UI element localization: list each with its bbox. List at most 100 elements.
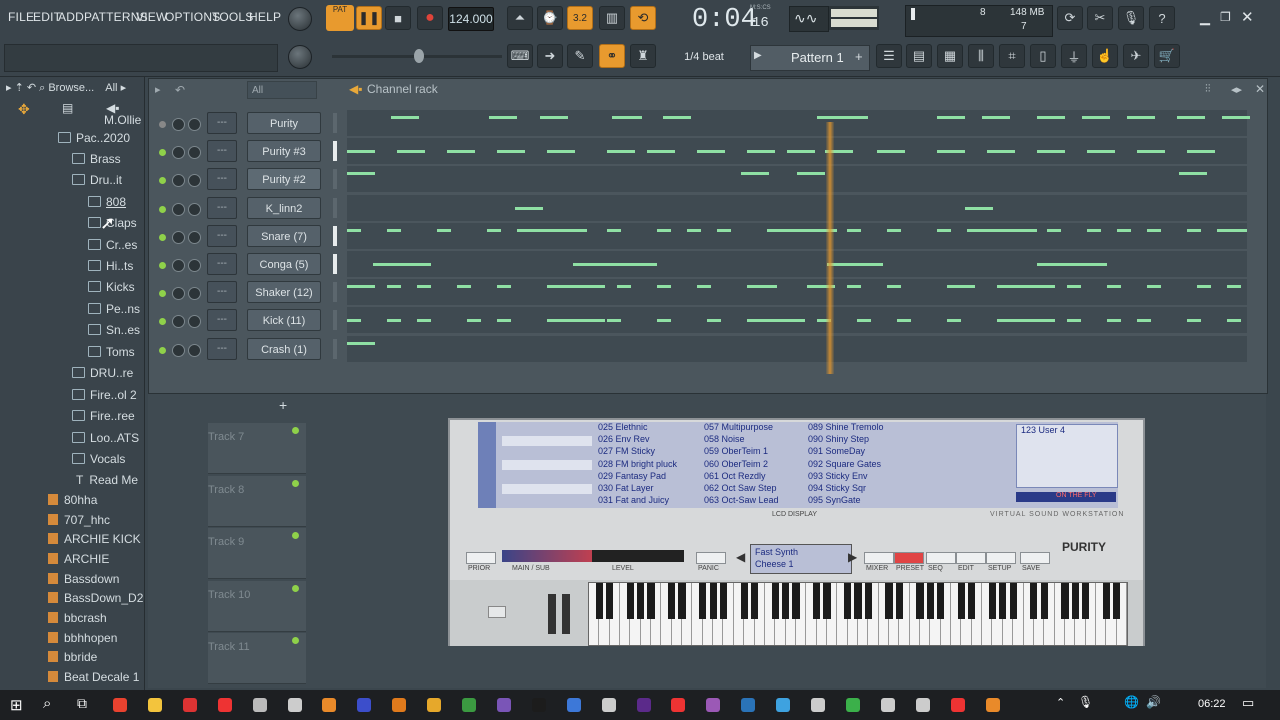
notification-icon[interactable]: ▭ <box>1242 695 1254 711</box>
channel-mute-led[interactable] <box>159 262 166 269</box>
master-volume-knob[interactable] <box>288 7 312 31</box>
mixer-track-selector[interactable]: --- <box>207 309 237 332</box>
microphone-button[interactable]: 🎙 <box>1118 6 1144 30</box>
app-taskbar-icon[interactable] <box>357 698 372 712</box>
app-taskbar-icon[interactable] <box>496 698 511 712</box>
note-block[interactable] <box>697 285 711 289</box>
note-block[interactable] <box>1067 319 1081 323</box>
app-taskbar-icon[interactable] <box>671 698 686 712</box>
channel-pan-knob[interactable] <box>188 315 201 329</box>
channel-volume-knob[interactable] <box>172 118 185 131</box>
note-block[interactable] <box>741 172 769 176</box>
note-block[interactable] <box>547 285 605 289</box>
black-key[interactable] <box>885 583 893 619</box>
channel-volume-knob[interactable] <box>172 202 185 216</box>
patch-next-icon[interactable]: ▶ <box>848 550 857 564</box>
preset-item[interactable]: 061 Oct Rezdly <box>704 471 766 481</box>
mixer-track-selector[interactable]: --- <box>207 337 237 360</box>
browser-item[interactable]: bbhhopen <box>48 631 117 645</box>
note-block[interactable] <box>417 319 431 323</box>
app-taskbar-icon[interactable] <box>462 698 476 712</box>
detach-icon[interactable]: ◂▸ <box>1231 83 1242 96</box>
note-block[interactable] <box>847 285 861 289</box>
playlist-track[interactable]: Track 8 <box>208 475 306 527</box>
track-enable-led[interactable] <box>292 427 299 434</box>
note-block[interactable] <box>997 319 1055 323</box>
playlist-track[interactable]: Track 10 <box>208 580 306 632</box>
note-block[interactable] <box>547 319 605 323</box>
note-block[interactable] <box>515 206 543 210</box>
black-key[interactable] <box>781 583 790 619</box>
note-block[interactable] <box>1037 116 1065 119</box>
note-block[interactable] <box>573 263 657 266</box>
pitch-wheel[interactable] <box>548 594 556 634</box>
note-block[interactable] <box>747 319 805 323</box>
channel-mute-led[interactable] <box>159 346 166 354</box>
channel-button[interactable]: Purity #2 <box>247 168 321 191</box>
black-key[interactable] <box>1030 583 1038 619</box>
channel-volume-knob[interactable] <box>172 146 185 160</box>
note-block[interactable] <box>937 116 965 119</box>
browser-item[interactable]: M.Ollie <box>104 113 141 127</box>
preset-item[interactable]: 029 Fantasy Pad <box>598 471 666 481</box>
track-enable-led[interactable] <box>292 637 299 645</box>
channel-volume-knob[interactable] <box>172 287 185 301</box>
typing-keyboard-button[interactable]: ⌨ <box>507 44 533 68</box>
channel-select-indicator[interactable] <box>333 169 337 190</box>
note-block[interactable] <box>391 116 419 119</box>
note-block[interactable] <box>347 341 375 345</box>
app-taskbar-icon[interactable] <box>880 698 895 712</box>
black-key[interactable] <box>916 583 924 619</box>
note-block[interactable] <box>707 319 721 323</box>
note-block[interactable] <box>747 285 777 289</box>
gear-taskbar-icon[interactable] <box>252 698 267 712</box>
channel-pan-knob[interactable] <box>188 287 201 301</box>
black-key[interactable] <box>957 583 966 619</box>
preset-item[interactable]: 031 Fat and Juicy <box>598 495 669 505</box>
channel-graph-lane[interactable] <box>347 110 1250 136</box>
fl-studio-taskbar-icon[interactable] <box>322 698 337 712</box>
note-block[interactable] <box>1087 228 1101 232</box>
plugin-preset-button[interactable] <box>894 552 924 564</box>
browser-item[interactable]: Fire..ol 2 <box>72 388 137 402</box>
browser-item[interactable]: ARCHIE KICK <box>48 532 141 546</box>
time-display[interactable]: 0:04 16 M:S:CS <box>672 3 782 35</box>
note-block[interactable] <box>987 150 1015 154</box>
note-block[interactable] <box>387 285 401 289</box>
channel-select-indicator[interactable] <box>333 141 337 162</box>
note-block[interactable] <box>1082 116 1110 119</box>
plugin-prior-button[interactable] <box>466 552 496 564</box>
mixer-track-selector[interactable]: --- <box>207 196 237 219</box>
browser-item[interactable]: Loo..ATS <box>72 431 139 445</box>
black-key[interactable] <box>606 583 614 619</box>
note-block[interactable] <box>997 285 1055 289</box>
add-channel-button[interactable]: + <box>279 397 287 413</box>
browser-item[interactable]: Bassdown <box>48 572 119 586</box>
track-enable-led[interactable] <box>292 584 299 592</box>
note-block[interactable] <box>747 150 775 154</box>
channel-mute-led[interactable] <box>159 290 166 298</box>
tray-mic-icon[interactable]: 🎙 <box>1078 695 1093 709</box>
preset-item[interactable]: 060 OberTeim 2 <box>704 459 768 469</box>
master-pitch-knob[interactable] <box>288 45 312 69</box>
app-taskbar-icon[interactable] <box>287 698 302 712</box>
note-block[interactable] <box>497 285 511 289</box>
app-taskbar-icon[interactable] <box>531 698 546 712</box>
black-key[interactable] <box>1102 583 1110 619</box>
note-block[interactable] <box>1227 285 1241 289</box>
black-key[interactable] <box>740 583 748 619</box>
browser-item[interactable]: 80hha <box>48 493 97 507</box>
black-key[interactable] <box>595 583 603 619</box>
channel-pan-knob[interactable] <box>188 202 201 216</box>
preset-item[interactable]: 030 Fat Layer <box>598 483 654 493</box>
app-taskbar-icon[interactable] <box>811 698 825 712</box>
tempo-display[interactable]: 124.000 <box>448 7 494 31</box>
preset-item[interactable]: 094 Sticky Sqr <box>808 483 866 493</box>
black-key[interactable] <box>812 583 821 619</box>
preset-item[interactable]: 090 Shiny Step <box>808 434 869 444</box>
browser-item[interactable]: BassDown_D2 <box>48 591 143 605</box>
channel-pan-knob[interactable] <box>188 146 201 160</box>
note-block[interactable] <box>387 228 401 232</box>
photoshop-taskbar-icon[interactable] <box>741 698 756 712</box>
rack-menu-icon[interactable]: ▸ <box>155 83 161 96</box>
